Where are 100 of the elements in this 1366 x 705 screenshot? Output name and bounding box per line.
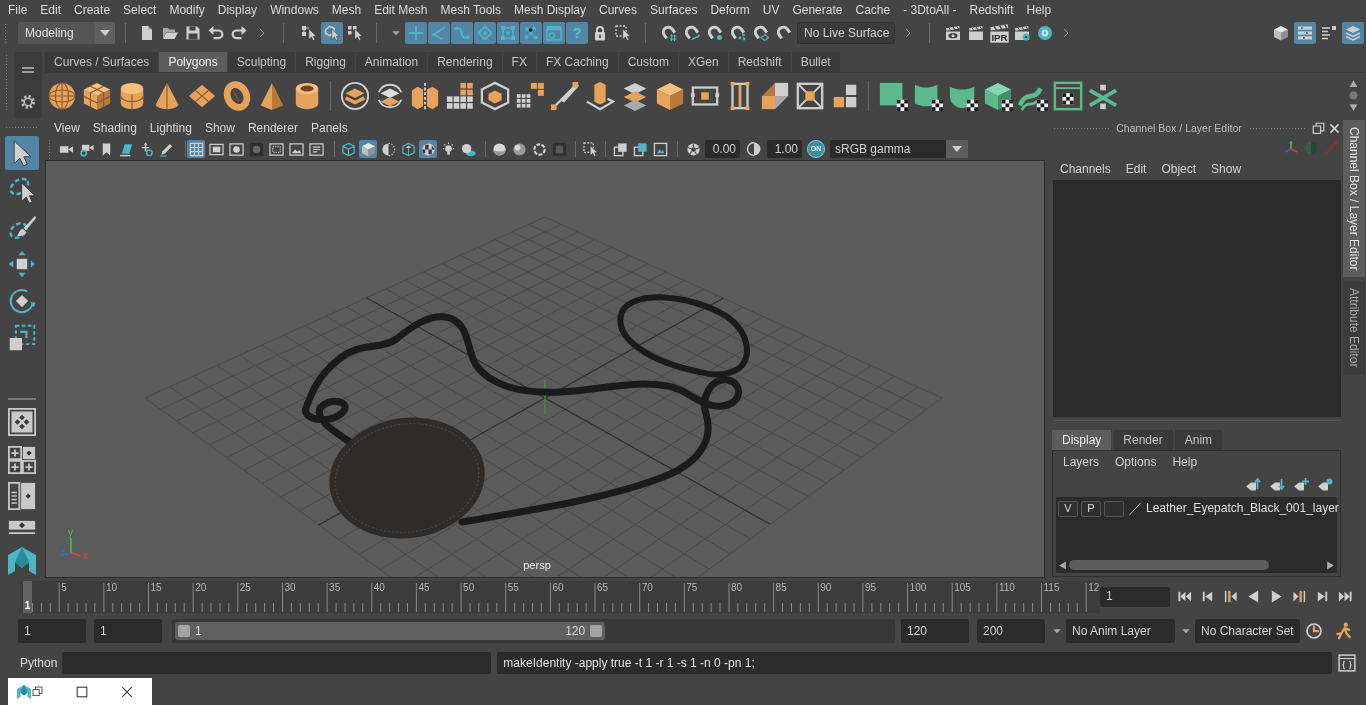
layer-editor-tab[interactable]: Anim (1174, 430, 1223, 450)
bevel-squares-icon[interactable] (760, 80, 790, 111)
range-bar[interactable] (175, 622, 606, 640)
playback-start-field[interactable]: 1 (94, 619, 162, 643)
maya-logo-icon[interactable] (6, 545, 38, 577)
ring-layers-icon[interactable] (340, 80, 370, 111)
layer-down-icon[interactable] (1269, 477, 1285, 493)
close-icon[interactable] (1328, 121, 1341, 135)
anim-layer-dropdown[interactable]: No Anim Layer (1066, 619, 1175, 643)
torus-icon[interactable] (222, 80, 252, 111)
menu-item[interactable]: UV (762, 2, 780, 18)
checker-sphere-button[interactable] (419, 140, 437, 158)
shelf-tab[interactable]: Rendering (428, 52, 502, 72)
half-disc-icon[interactable] (746, 141, 762, 157)
chevron-icon[interactable] (903, 28, 913, 38)
overlap-squares-button[interactable] (631, 140, 649, 158)
window-checker-icon[interactable] (1053, 80, 1083, 111)
menu-item[interactable]: Deform (710, 2, 750, 18)
shelf-tab[interactable]: Polygons (159, 52, 227, 72)
grip-icon[interactable] (1053, 126, 1109, 130)
menu-item[interactable]: Generate (792, 2, 843, 18)
time-slider[interactable]: 1 5 10 15 20 25 30 35 40 45 50 55 60 65 70 75 80 85 90 95 100 105 110 115 12 (20, 580, 1100, 613)
object-cursor-button[interactable] (321, 22, 343, 44)
chevron-icon[interactable] (1061, 28, 1071, 38)
cube-frame-icon[interactable] (480, 80, 510, 111)
half-circle-button[interactable] (379, 140, 397, 158)
side-tab[interactable]: Attribute Editor (1343, 281, 1365, 375)
shaded-cube-button[interactable] (359, 140, 377, 158)
circle-frame-button[interactable] (227, 140, 245, 158)
character-set-dropdown[interactable]: No Character Set (1195, 619, 1300, 643)
playback-end-field[interactable]: 120 (901, 619, 969, 643)
dots-button[interactable] (520, 22, 542, 44)
ipr-clapper-button[interactable]: IPR (988, 22, 1010, 44)
menu-item[interactable]: Help (1026, 2, 1052, 18)
stack-view-icon[interactable] (8, 520, 36, 534)
menu-item[interactable]: Channels (1060, 161, 1111, 177)
menu-item[interactable]: Windows (270, 2, 319, 18)
layer-dot-icon[interactable] (1317, 477, 1333, 493)
aperture-button[interactable] (684, 140, 702, 158)
range-slider[interactable]: 1 120 (172, 619, 895, 643)
side-tab[interactable]: Channel Box / Layer Editor (1343, 120, 1365, 278)
menu-item[interactable]: Curves (599, 2, 638, 18)
maximize-icon[interactable] (75, 684, 89, 699)
four-view-icon[interactable] (8, 446, 36, 474)
caret-icon[interactable] (1052, 626, 1062, 636)
sphere-icon[interactable] (47, 80, 77, 111)
single-view-icon[interactable] (8, 408, 36, 436)
layer-name[interactable]: Leather_Eyepatch_Black_001_layer (1146, 501, 1339, 516)
chevron-icon[interactable] (257, 28, 267, 38)
menu-item[interactable]: Cache (855, 2, 891, 18)
language-toggle[interactable]: Python (20, 655, 58, 671)
tile-squares-icon[interactable] (515, 80, 545, 111)
select-arrow-tool[interactable] (5, 136, 39, 170)
menu-item[interactable]: Layers (1063, 454, 1100, 470)
menu-item[interactable]: Edit (1125, 161, 1147, 177)
menu-item[interactable]: Panels (310, 120, 348, 136)
shelf-tab[interactable]: Bullet (791, 52, 840, 72)
shelf-tab[interactable]: Rigging (296, 52, 355, 72)
layer-plus-icon[interactable] (1293, 477, 1309, 493)
menu-item[interactable]: Edit Mesh (374, 2, 428, 18)
picture-frame-button[interactable] (287, 140, 305, 158)
menu-item[interactable]: Display (217, 2, 258, 18)
minimized-window[interactable] (8, 678, 152, 705)
cylinder-icon[interactable] (117, 80, 147, 111)
shelf-tab[interactable]: Sculpting (227, 52, 296, 72)
menu-item[interactable]: Options (1115, 454, 1157, 470)
lines-frame-button[interactable] (307, 140, 325, 158)
gamma-field[interactable]: 1.00 (767, 140, 802, 158)
maya-logo-icon[interactable] (16, 683, 32, 700)
menu-item[interactable]: File (8, 2, 28, 18)
playback-toggle[interactable]: P (1081, 500, 1101, 517)
box-cube-icon[interactable] (655, 80, 685, 111)
end-frame-field[interactable]: 200 (977, 619, 1045, 643)
restore-window-icon[interactable] (32, 686, 43, 697)
grip-icon[interactable] (1249, 126, 1305, 130)
tri-right-icon[interactable] (1326, 560, 1335, 570)
shelf-tab[interactable]: Curves / Surfaces (45, 52, 159, 72)
menu-item[interactable]: Show (1211, 161, 1242, 177)
menu-item[interactable]: Select (123, 2, 157, 18)
layers-button[interactable] (1342, 22, 1364, 44)
tri-left-icon[interactable] (1058, 560, 1067, 570)
range-handle[interactable] (178, 625, 190, 637)
menu-item[interactable]: Help (1172, 454, 1198, 470)
dashed-select-button[interactable] (581, 140, 599, 158)
axis-icon[interactable] (1283, 140, 1299, 156)
viewport-canvas[interactable]: y z x persp (45, 160, 1045, 578)
cube-icon[interactable] (82, 80, 112, 111)
layer-type-toggle[interactable] (1104, 500, 1124, 517)
textured-cube-button[interactable] (399, 140, 417, 158)
x-frame-icon[interactable] (795, 80, 825, 111)
running-figure-icon[interactable] (1333, 622, 1352, 640)
menu-item[interactable]: View (54, 120, 80, 136)
grip-icon[interactable] (5, 54, 8, 112)
caret-icon[interactable] (1181, 626, 1191, 636)
menu-item[interactable]: Modify (169, 2, 205, 18)
two-view-icon[interactable] (8, 482, 36, 510)
layer-editor-tab[interactable]: Render (1113, 430, 1173, 450)
shelf-tab[interactable]: FX Caching (536, 52, 618, 72)
settings-icon[interactable] (20, 94, 36, 110)
layer-up-icon[interactable] (1245, 477, 1261, 493)
